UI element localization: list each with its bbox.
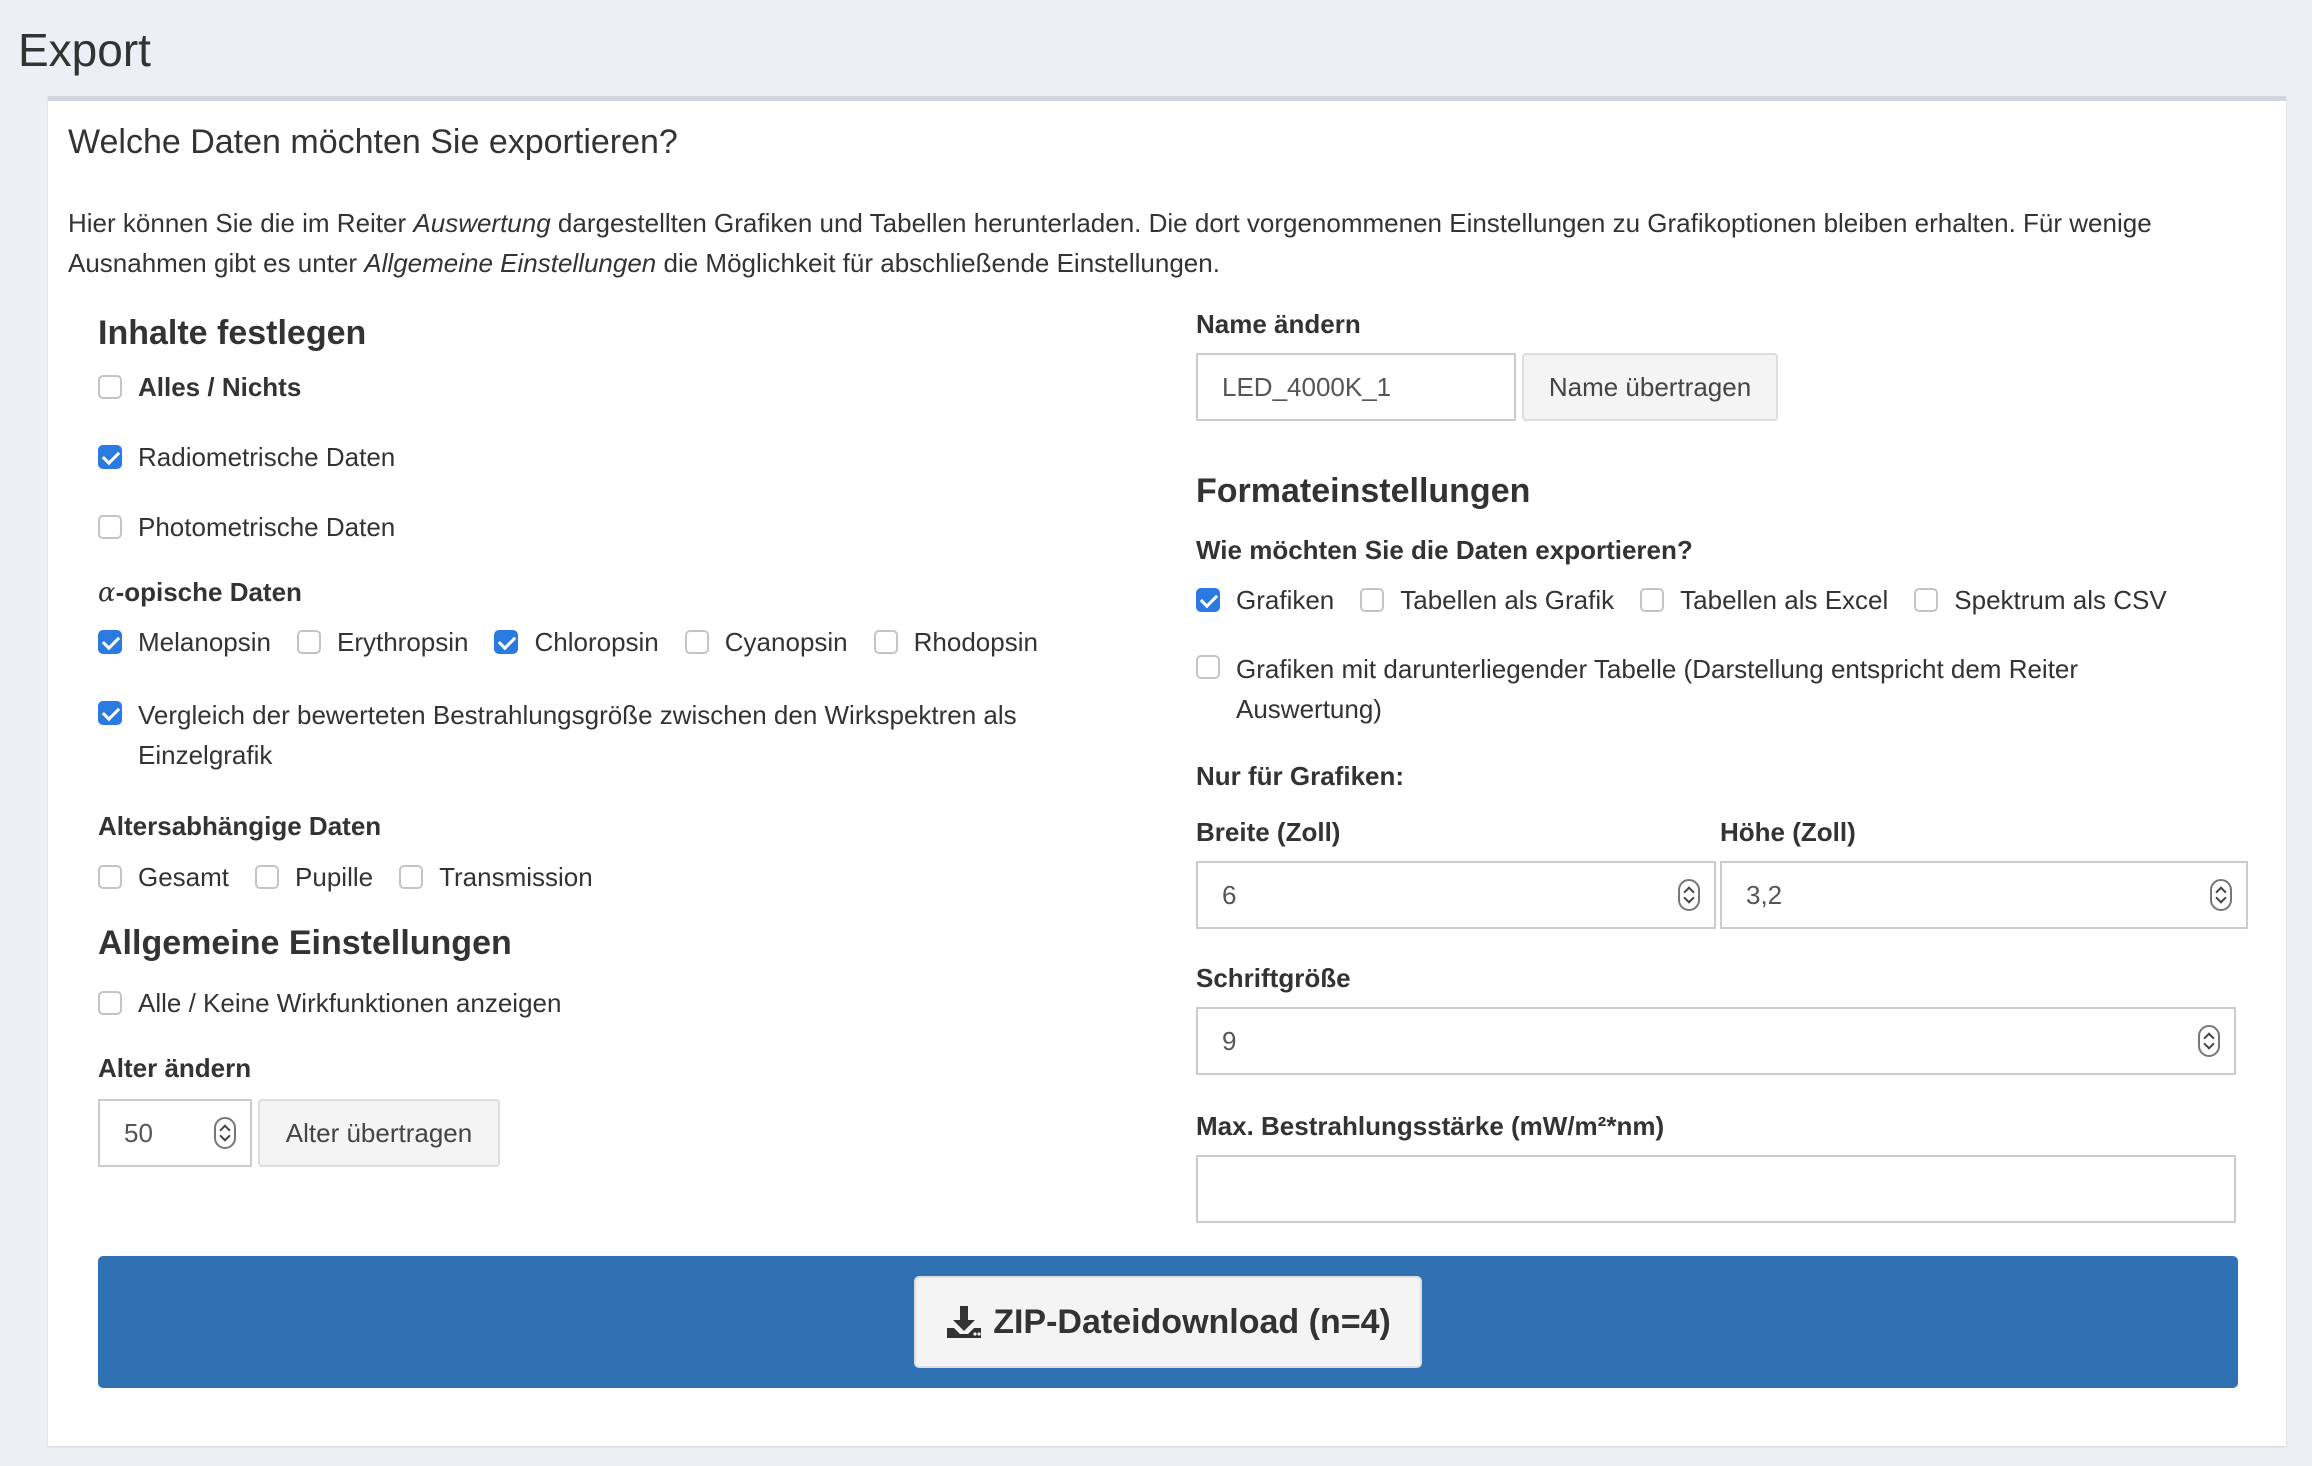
checkbox-box[interactable] <box>98 515 122 539</box>
alpha-opic-options: Melanopsin Erythropsin Chloropsin Cyanop… <box>98 624 1064 660</box>
checkbox-box[interactable] <box>296 630 321 654</box>
intro-text: Hier können Sie die im Reiter Auswertung… <box>68 208 2152 278</box>
age-dependent-label: Altersabhängige Daten <box>98 811 382 841</box>
all-functions-checkbox[interactable]: Alle / Keine Wirkfunktionen anzeigen <box>98 985 561 1021</box>
max-irradiance-input[interactable] <box>1196 1155 2236 1223</box>
checkbox-box[interactable] <box>1640 588 1665 612</box>
age-input[interactable]: 50 <box>98 1099 252 1167</box>
height-label: Höhe (Zoll) <box>1720 817 1856 847</box>
graphics-only-label: Nur für Grafiken: <box>1196 761 1405 791</box>
checkbox-box[interactable] <box>684 630 709 654</box>
chloropsin-checkbox[interactable]: Chloropsin <box>494 624 659 660</box>
photometric-checkbox[interactable]: Photometrische Daten <box>98 509 395 545</box>
panel-title: Welche Daten möchten Sie exportieren? <box>68 123 678 161</box>
melanopsin-checkbox[interactable]: Melanopsin <box>98 624 271 660</box>
comparison-checkbox[interactable]: Vergleich der bewerteten Bestrahlungsgrö… <box>98 695 1052 775</box>
checkbox-box[interactable] <box>98 701 122 725</box>
age-submit-button[interactable]: Alter übertragen <box>258 1099 500 1167</box>
export-panel: Welche Daten möchten Sie exportieren? Hi… <box>48 96 2286 1446</box>
graphics-with-table-checkbox[interactable]: Grafiken mit darunterliegender Tabelle (… <box>1196 649 2130 729</box>
download-icon <box>947 1306 982 1338</box>
graphics-checkbox[interactable]: Grafiken <box>1196 582 1334 618</box>
checkbox-box[interactable] <box>98 865 122 889</box>
format-heading: Formateinstellungen <box>1196 472 1531 510</box>
alpha-opic-label: α-opische Daten <box>98 577 302 608</box>
zip-download-button[interactable]: ZIP-Dateidownload (n=4) <box>914 1276 1422 1368</box>
height-input[interactable]: 3,2 <box>1720 861 2248 929</box>
width-label: Breite (Zoll) <box>1196 817 1341 847</box>
total-checkbox[interactable]: Gesamt <box>98 859 229 895</box>
font-size-label: Schriftgröße <box>1196 963 1351 993</box>
checkbox-box[interactable] <box>399 865 424 889</box>
name-input[interactable]: LED_4000K_1 <box>1196 353 1516 421</box>
name-change-label: Name ändern <box>1196 309 1361 339</box>
age-dependent-options: Gesamt Pupille Transmission <box>98 859 619 895</box>
spinner-icon[interactable] <box>2198 1025 2220 1057</box>
spectrum-csv-checkbox[interactable]: Spektrum als CSV <box>1914 582 2167 618</box>
transmission-checkbox[interactable]: Transmission <box>399 859 593 895</box>
download-bar: ZIP-Dateidownload (n=4) <box>98 1256 2238 1388</box>
width-input[interactable]: 6 <box>1196 861 1716 929</box>
checkbox-box[interactable] <box>98 445 122 469</box>
checkbox-box[interactable] <box>98 991 122 1015</box>
checkbox-box[interactable] <box>1196 588 1220 612</box>
checkbox-box[interactable] <box>98 375 122 399</box>
tables-as-graphic-checkbox[interactable]: Tabellen als Grafik <box>1360 582 1614 618</box>
font-size-input[interactable]: 9 <box>1196 1007 2236 1075</box>
name-submit-button[interactable]: Name übertragen <box>1522 353 1778 421</box>
checkbox-box[interactable] <box>1196 655 1220 679</box>
spinner-icon[interactable] <box>2210 879 2232 911</box>
checkbox-box[interactable] <box>1914 588 1939 612</box>
radiometric-checkbox[interactable]: Radiometrische Daten <box>98 439 395 475</box>
checkbox-box[interactable] <box>1360 588 1385 612</box>
rhodopsin-checkbox[interactable]: Rhodopsin <box>873 624 1038 660</box>
tables-as-excel-checkbox[interactable]: Tabellen als Excel <box>1640 582 1888 618</box>
spinner-icon[interactable] <box>214 1117 236 1149</box>
age-change-label: Alter ändern <box>98 1053 252 1083</box>
max-irradiance-label: Max. Bestrahlungsstärke (mW/m²*nm) <box>1196 1111 1665 1141</box>
format-options: Grafiken Tabellen als Grafik Tabellen al… <box>1196 582 2193 618</box>
general-settings-heading: Allgemeine Einstellungen <box>98 924 512 962</box>
cyanopsin-checkbox[interactable]: Cyanopsin <box>684 624 848 660</box>
pupil-checkbox[interactable]: Pupille <box>255 859 373 895</box>
format-question: Wie möchten Sie die Daten exportieren? <box>1196 535 1693 565</box>
contents-heading: Inhalte festlegen <box>98 314 367 352</box>
checkbox-box[interactable] <box>873 630 898 654</box>
checkbox-box[interactable] <box>494 630 519 654</box>
checkbox-box[interactable] <box>98 630 122 654</box>
page-title: Export <box>18 24 151 76</box>
checkbox-box[interactable] <box>255 865 280 889</box>
erythropsin-checkbox[interactable]: Erythropsin <box>296 624 468 660</box>
all-none-checkbox[interactable]: Alles / Nichts <box>98 369 301 405</box>
spinner-icon[interactable] <box>1678 879 1700 911</box>
